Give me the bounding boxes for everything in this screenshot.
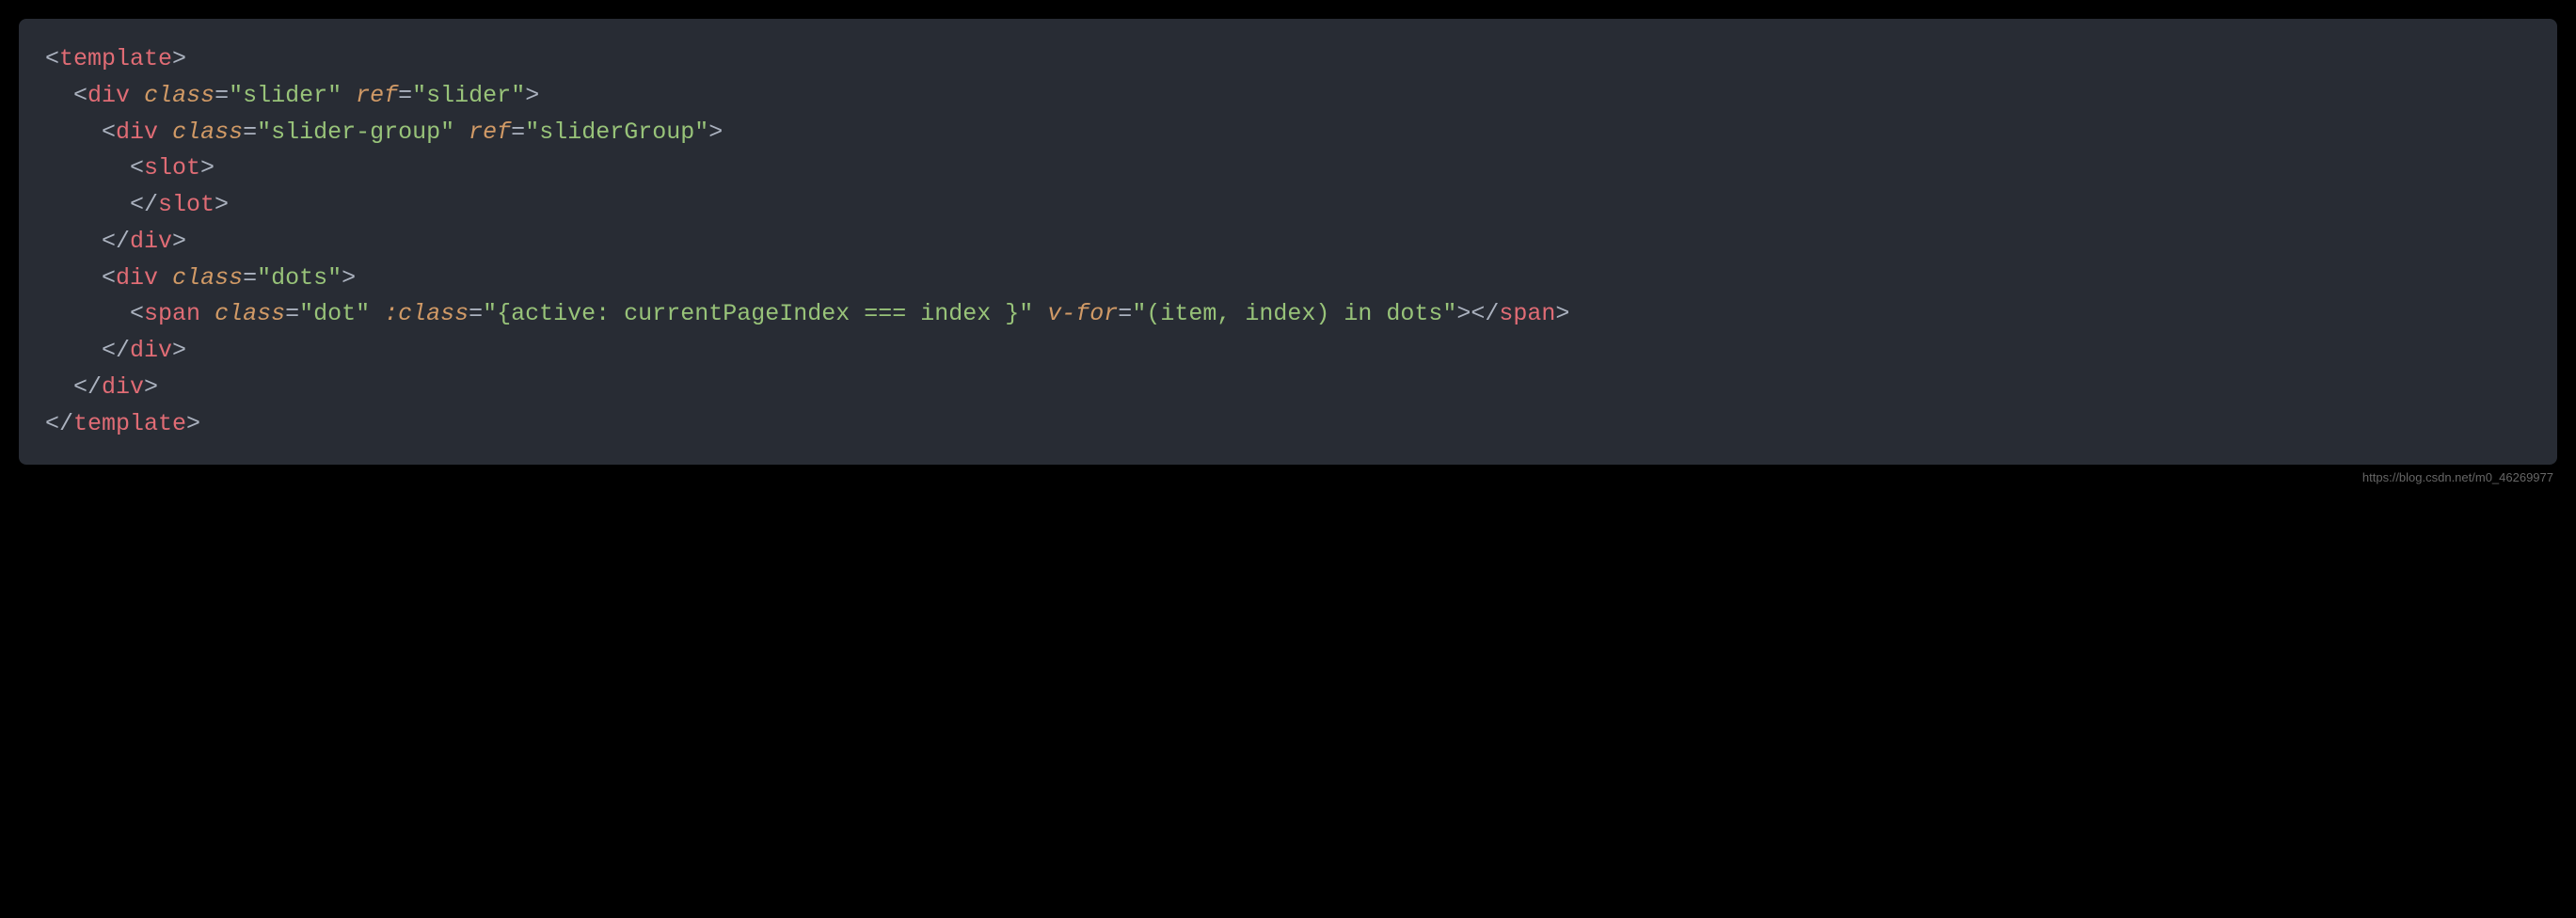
tag-span: span <box>144 300 200 327</box>
string: "slider" <box>229 82 342 109</box>
punct: > <box>172 228 186 255</box>
tag-div: div <box>116 119 158 146</box>
indent <box>45 82 73 109</box>
space <box>130 82 144 109</box>
string: "dots" <box>257 264 342 292</box>
punct: = <box>243 119 257 146</box>
string: "dot" <box>299 300 370 327</box>
punct: < <box>102 119 116 146</box>
attr-bclass: :class <box>384 300 469 327</box>
space <box>454 119 469 146</box>
punct: </ <box>102 337 130 364</box>
indent <box>45 154 130 182</box>
string: "(item, index) in dots" <box>1132 300 1456 327</box>
tag-slot: slot <box>144 154 200 182</box>
punct: = <box>511 119 525 146</box>
indent <box>45 337 102 364</box>
punct: > <box>186 410 200 437</box>
punct: = <box>1118 300 1132 327</box>
punct: </ <box>73 373 102 401</box>
punct: > <box>215 191 229 218</box>
punct: > <box>342 264 356 292</box>
punct: < <box>73 82 87 109</box>
space <box>342 82 356 109</box>
space <box>370 300 384 327</box>
indent <box>45 373 73 401</box>
punct: < <box>130 154 144 182</box>
tag-div: div <box>87 82 130 109</box>
string: "slider" <box>412 82 525 109</box>
indent <box>45 228 102 255</box>
space <box>158 264 172 292</box>
tag-slot: slot <box>158 191 215 218</box>
punct: > <box>172 337 186 364</box>
punct: > <box>144 373 158 401</box>
tag-template: template <box>73 410 186 437</box>
punct: > <box>1456 300 1471 327</box>
attr-ref: ref <box>356 82 398 109</box>
punct: < <box>130 300 144 327</box>
attr-vfor: v-for <box>1047 300 1118 327</box>
punct: </ <box>102 228 130 255</box>
attr-class: class <box>144 82 215 109</box>
punct: < <box>102 264 116 292</box>
punct: = <box>243 264 257 292</box>
punct: </ <box>130 191 158 218</box>
punct: > <box>708 119 723 146</box>
footer-watermark: https://blog.csdn.net/m0_46269977 <box>19 465 2557 486</box>
tag-div: div <box>130 337 172 364</box>
punct: > <box>200 154 215 182</box>
punct: = <box>215 82 229 109</box>
punct: = <box>285 300 299 327</box>
tag-div: div <box>102 373 144 401</box>
punct: = <box>469 300 483 327</box>
tag-span: span <box>1499 300 1555 327</box>
indent <box>45 119 102 146</box>
string: "{active: currentPageIndex === index }" <box>483 300 1033 327</box>
attr-class: class <box>172 119 243 146</box>
punct: </ <box>1471 300 1499 327</box>
code-block: <template> <div class="slider" ref="slid… <box>19 19 2557 465</box>
indent <box>45 264 102 292</box>
attr-class: class <box>215 300 285 327</box>
string: "slider-group" <box>257 119 454 146</box>
punct: < <box>45 45 59 72</box>
indent <box>45 300 130 327</box>
tag-div: div <box>116 264 158 292</box>
space <box>1033 300 1047 327</box>
attr-ref: ref <box>469 119 511 146</box>
tag-div: div <box>130 228 172 255</box>
indent <box>45 191 130 218</box>
punct: </ <box>45 410 73 437</box>
punct: > <box>172 45 186 72</box>
tag-template: template <box>59 45 172 72</box>
punct: = <box>398 82 412 109</box>
punct: > <box>1555 300 1569 327</box>
punct: > <box>525 82 539 109</box>
space <box>158 119 172 146</box>
attr-class: class <box>172 264 243 292</box>
string: "sliderGroup" <box>525 119 708 146</box>
space <box>200 300 215 327</box>
